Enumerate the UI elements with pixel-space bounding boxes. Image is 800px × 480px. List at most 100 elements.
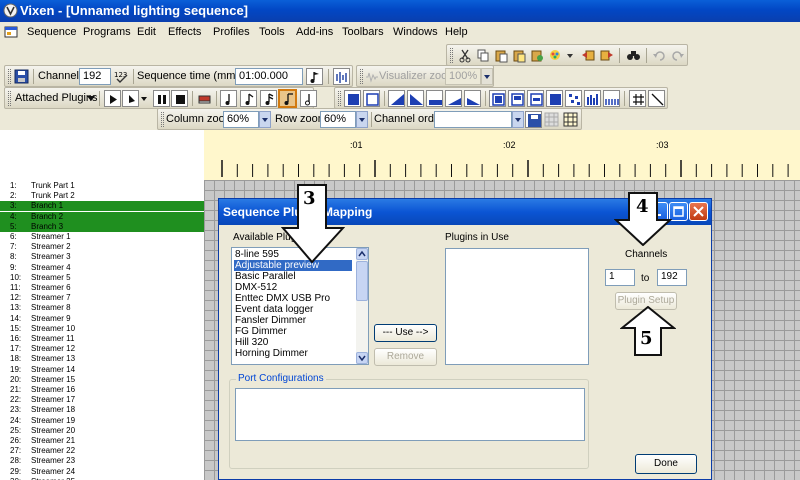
diagonal-icon[interactable] [648, 90, 665, 107]
order-grid-icon[interactable] [562, 111, 579, 128]
save-icon[interactable] [13, 68, 30, 85]
channels-count-field[interactable]: 192 [79, 68, 111, 85]
channel-row[interactable]: 18: Streamer 13 [0, 354, 204, 364]
intensity-bar-icon[interactable] [527, 90, 544, 107]
channel-row[interactable]: 11: Streamer 6 [0, 283, 204, 293]
play-dropdown-icon[interactable] [137, 90, 154, 107]
channel-to-field[interactable]: 192 [657, 269, 687, 286]
toolbar-grip[interactable] [450, 48, 453, 63]
paste-icon[interactable] [493, 47, 510, 64]
order-grid-disabled-icon[interactable] [543, 111, 560, 128]
scroll-thumb[interactable] [356, 261, 368, 301]
channel-row[interactable]: 20: Streamer 15 [0, 375, 204, 385]
toolbar-grip[interactable] [8, 91, 11, 106]
channel-row[interactable]: 23: Streamer 18 [0, 405, 204, 415]
column-zoom-field[interactable]: 60% [223, 111, 259, 128]
toolbar-grip[interactable] [8, 69, 11, 84]
eraser-icon[interactable] [196, 90, 213, 107]
paste-special-icon[interactable] [511, 47, 528, 64]
sequence-time-field[interactable]: 01:00.000 [235, 68, 303, 85]
pause-icon[interactable] [153, 90, 170, 107]
row-zoom-field[interactable]: 60% [320, 111, 356, 128]
plugin-list-item[interactable]: DMX-512 [234, 282, 352, 293]
channel-row[interactable]: 8: Streamer 3 [0, 252, 204, 262]
stop-icon[interactable] [171, 90, 188, 107]
menu-toolbars[interactable]: Toolbars [342, 26, 384, 38]
channel-row[interactable]: 2: Trunk Part 2 [0, 191, 204, 201]
intensity-block-icon[interactable] [546, 90, 563, 107]
channel-order-dropdown[interactable] [512, 111, 524, 128]
ramp-down-icon[interactable] [407, 90, 424, 107]
music-note-icon[interactable] [306, 68, 323, 85]
channel-row[interactable]: 28: Streamer 23 [0, 456, 204, 466]
plugin-list-item[interactable]: Basic Parallel [234, 271, 352, 282]
partial-fill-icon[interactable] [426, 90, 443, 107]
visualizer-zoom-field[interactable]: 100% [445, 68, 481, 85]
random-icon[interactable] [565, 90, 582, 107]
channel-row[interactable]: 15: Streamer 10 [0, 324, 204, 334]
done-button[interactable]: Done [635, 454, 697, 474]
channel-row[interactable]: 21: Streamer 16 [0, 385, 204, 395]
menu-tools[interactable]: Tools [259, 26, 285, 38]
play-icon[interactable] [104, 90, 121, 107]
menu-edit[interactable]: Edit [137, 26, 156, 38]
plugin-list-item[interactable]: Event data logger [234, 304, 352, 315]
note-quarter-icon[interactable] [220, 90, 237, 107]
row-zoom-dropdown[interactable] [356, 111, 368, 128]
channel-row[interactable]: 19: Streamer 14 [0, 365, 204, 375]
available-plugins-list[interactable]: 8-line 595 Adjustable preview Basic Parall… [231, 247, 369, 365]
intensity-full-icon[interactable] [489, 90, 506, 107]
channel-row[interactable]: 27: Streamer 22 [0, 446, 204, 456]
channel-row[interactable]: 29: Streamer 24 [0, 467, 204, 477]
redo-icon[interactable] [669, 47, 686, 64]
plugins-scrollbar[interactable] [356, 248, 368, 364]
shift-left-icon[interactable] [580, 47, 597, 64]
audio-waveform-icon[interactable] [333, 68, 350, 85]
fade-down-icon[interactable] [464, 90, 481, 107]
remove-button[interactable]: Remove [374, 348, 437, 366]
channel-row[interactable]: 4: Branch 2 [0, 211, 204, 222]
note-whole-icon[interactable] [300, 90, 317, 107]
close-button[interactable] [689, 202, 708, 221]
shimmer-icon[interactable] [603, 90, 620, 107]
channel-row[interactable]: 14: Streamer 9 [0, 314, 204, 324]
channel-count-check-icon[interactable]: 123 [113, 68, 130, 85]
note-selected-icon[interactable] [278, 89, 297, 108]
scroll-up-button[interactable] [356, 248, 368, 260]
channel-row[interactable]: 25: Streamer 20 [0, 426, 204, 436]
menu-add-ins[interactable]: Add-ins [296, 26, 333, 38]
use-button[interactable]: --- Use --> [374, 324, 437, 342]
fade-up-icon[interactable] [445, 90, 462, 107]
ramp-up-icon[interactable] [388, 90, 405, 107]
column-zoom-dropdown[interactable] [259, 111, 271, 128]
plugin-list-item[interactable]: Horning Dimmer [234, 348, 352, 359]
paste-effect-icon[interactable] [529, 47, 546, 64]
channel-row[interactable]: 7: Streamer 2 [0, 242, 204, 252]
channel-row[interactable]: 3: Branch 1 [0, 201, 204, 212]
channel-row[interactable]: 1: Trunk Part 1 [0, 181, 204, 191]
channel-row[interactable]: 24: Streamer 19 [0, 416, 204, 426]
channel-row[interactable]: 6: Streamer 1 [0, 232, 204, 242]
menu-effects[interactable]: Effects [168, 26, 201, 38]
menu-profiles[interactable]: Profiles [213, 26, 250, 38]
channel-row[interactable]: 5: Branch 3 [0, 221, 204, 232]
fill-on-icon[interactable] [344, 90, 361, 107]
plugins-in-use-list[interactable] [445, 248, 589, 365]
plugin-list-item[interactable]: Hill 320 [234, 337, 352, 348]
channel-row[interactable]: 26: Streamer 21 [0, 436, 204, 446]
toolbar-grip[interactable] [161, 112, 164, 127]
plugin-list-item[interactable]: Fansler Dimmer [234, 315, 352, 326]
attached-plugins-label[interactable]: Attached Plugins [15, 92, 98, 104]
menu-programs[interactable]: Programs [83, 26, 131, 38]
menu-windows[interactable]: Windows [393, 26, 438, 38]
palette-dropdown-icon[interactable] [562, 47, 579, 64]
sparkle-icon[interactable] [584, 90, 601, 107]
plugin-list-item[interactable]: FG Dimmer [234, 326, 352, 337]
visualizer-zoom-dropdown[interactable] [481, 68, 493, 85]
plugin-list-item[interactable]: Enttec DMX USB Pro [234, 293, 352, 304]
menu-sequence[interactable]: Sequence [27, 26, 77, 38]
channel-row[interactable]: 17: Streamer 12 [0, 344, 204, 354]
channel-row[interactable]: 9: Streamer 4 [0, 263, 204, 273]
find-binoculars-icon[interactable] [625, 47, 642, 64]
chevron-down-icon[interactable] [87, 96, 95, 102]
